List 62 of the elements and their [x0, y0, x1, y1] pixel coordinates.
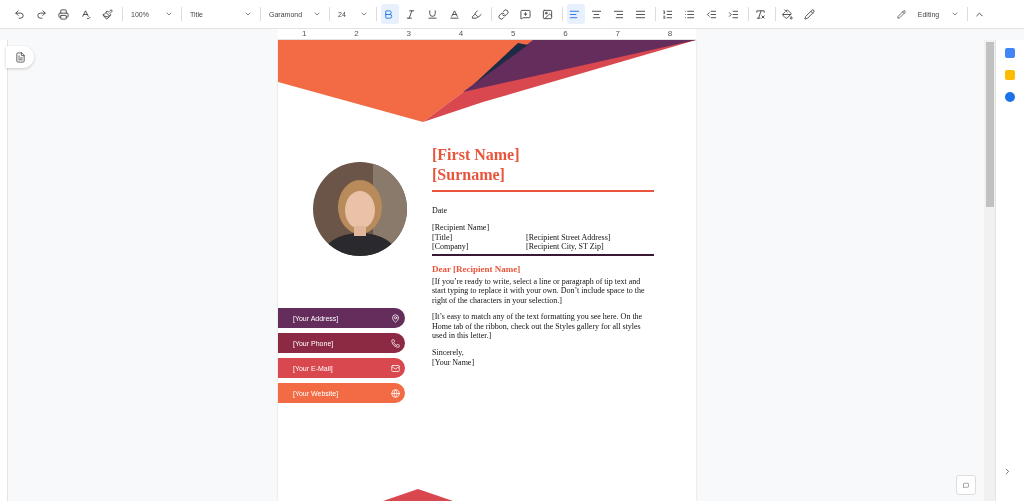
caret-icon — [165, 10, 173, 18]
recipient-text: [Company] — [432, 242, 470, 252]
ruler-number: 7 — [615, 29, 620, 39]
ruler-number: 4 — [458, 29, 464, 39]
greeting: Dear [Recipient Name] — [432, 263, 522, 274]
ruler-number: 8 — [667, 29, 673, 39]
ruler-number: 6 — [563, 29, 568, 39]
align-center-icon — [591, 8, 602, 20]
body-paragraph: [If you’re ready to write, select a line or paragraph of tip text and start typing to replace it with your own. Don’t include space to the right of the characters in your selection.] — [432, 276, 646, 305]
numbered-list-icon — [662, 8, 673, 20]
footer-drawing — [383, 489, 453, 501]
underline-icon — [427, 8, 438, 20]
redo-icon — [36, 8, 47, 20]
bulleted-list-icon — [684, 8, 695, 20]
increase-indent-icon — [728, 8, 739, 20]
paintbrush-icon — [102, 8, 113, 20]
chevron-right-icon — [1003, 466, 1012, 476]
ruler-number: 5 — [510, 29, 516, 39]
caret-icon — [313, 10, 321, 18]
closing-text: Sincerely, — [432, 347, 465, 358]
mail-icon — [391, 363, 400, 373]
align-left-icon — [569, 8, 580, 20]
body-paragraph: [It’s easy to match any of the text formatting you see here. On the Home tab of the ribbon, check out the Styles gallery for all styles used in this letter.] — [432, 312, 644, 341]
add-comment-icon — [520, 8, 531, 20]
bold-button[interactable] — [381, 4, 399, 24]
date-text: Date — [432, 206, 449, 216]
pencil-icon — [804, 8, 815, 20]
recipient-text: [Recipient City, ST Zip] — [526, 242, 604, 252]
caret-icon — [244, 10, 252, 18]
outline-button[interactable] — [6, 46, 34, 68]
align-justify-icon — [635, 8, 646, 20]
pencil-icon — [897, 9, 906, 19]
globe-icon — [391, 388, 400, 398]
ruler-number: 2 — [354, 29, 359, 39]
link-icon — [498, 8, 509, 20]
paint-bucket-icon — [782, 8, 793, 20]
outline-icon — [14, 51, 26, 63]
scroll-thumb[interactable] — [985, 42, 994, 207]
spellcheck-icon — [80, 8, 91, 20]
caret-icon — [951, 10, 959, 18]
text-color-icon — [449, 8, 460, 20]
italic-icon — [405, 8, 416, 20]
align-left-button[interactable] — [567, 4, 585, 24]
caret-icon — [360, 10, 368, 18]
align-right-icon — [613, 8, 624, 20]
ruler-number: 3 — [406, 29, 411, 39]
recipient-text: [Recipient Name] — [432, 223, 491, 233]
signature-text: [Your Name] — [432, 357, 476, 368]
highlighter-icon — [471, 8, 482, 20]
surname: [Surname] — [432, 165, 506, 185]
image-icon — [542, 8, 553, 20]
map-pin-icon — [391, 313, 400, 323]
bold-icon — [383, 8, 394, 20]
first-name: [First Name] — [432, 145, 521, 165]
decrease-indent-icon — [706, 8, 717, 20]
recipient-text: [Title] — [432, 232, 454, 242]
phone-icon — [391, 338, 400, 348]
clear-formatting-icon — [755, 8, 766, 20]
print-icon — [58, 8, 69, 20]
recipient-text: [Recipient Street Address] — [526, 232, 611, 242]
undo-icon — [14, 8, 25, 20]
ruler-number: 1 — [301, 29, 307, 39]
